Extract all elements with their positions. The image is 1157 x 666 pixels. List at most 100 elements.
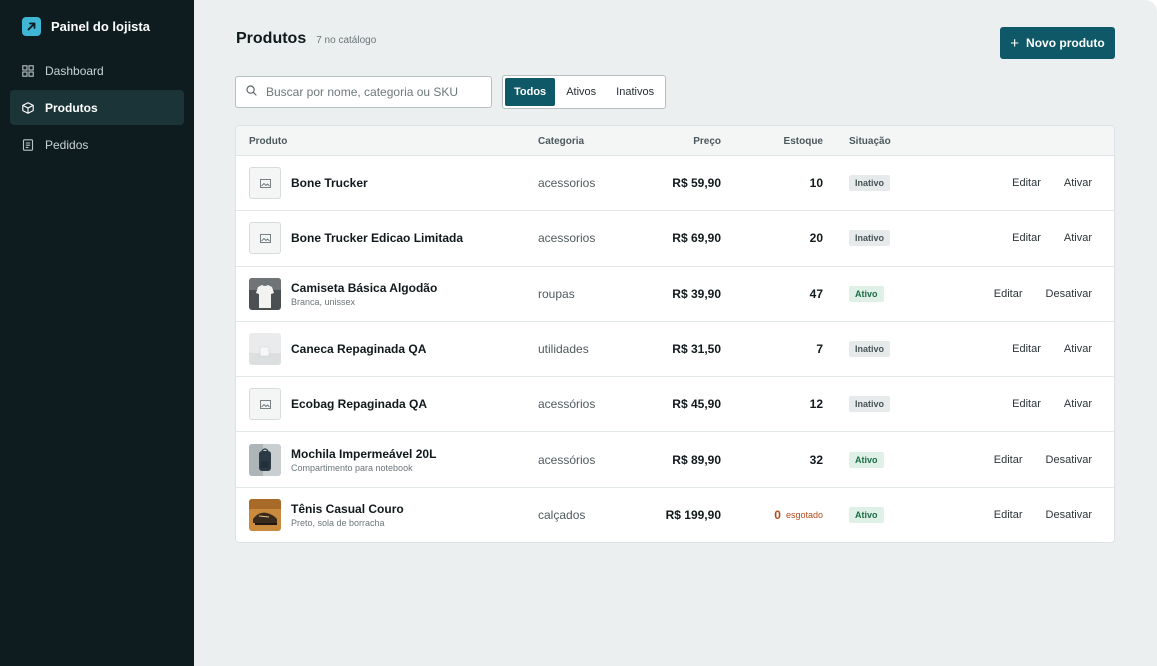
activate-button[interactable]: Ativar: [1064, 343, 1092, 355]
new-product-label: Novo produto: [1026, 36, 1105, 50]
product-name[interactable]: Tênis Casual Couro: [291, 502, 404, 516]
catalog-count: 7 no catálogo: [316, 35, 377, 46]
column-header-category[interactable]: Categoria: [538, 126, 584, 156]
product-stock: 12: [809, 397, 823, 412]
sidebar: Painel do lojista Dashboard Produtos Ped…: [0, 0, 194, 666]
status-filter: Todos Ativos Inativos: [502, 75, 667, 109]
product-category: utilidades: [538, 342, 589, 357]
edit-button[interactable]: Editar: [1012, 398, 1041, 410]
product-stock: 10: [809, 176, 823, 191]
product-name[interactable]: Bone Trucker: [291, 176, 368, 190]
status-badge: Inativo: [849, 175, 891, 192]
product-stock: 20: [809, 231, 823, 246]
products-table: Produto Categoria Preço Estoque Situação…: [235, 125, 1115, 543]
page-header: Produtos 7 no catálogo: [236, 30, 376, 48]
product-price: R$ 59,90: [672, 176, 721, 191]
product-name[interactable]: Bone Trucker Edicao Limitada: [291, 231, 463, 245]
product-category: acessorios: [538, 176, 596, 191]
mug-photo: [249, 333, 281, 366]
column-header-stock[interactable]: Estoque: [784, 126, 823, 156]
product-category: acessórios: [538, 397, 596, 412]
shoe-photo: [249, 499, 281, 532]
status-badge: Ativo: [849, 285, 884, 302]
image-placeholder-icon: [249, 167, 281, 200]
edit-button[interactable]: Editar: [1012, 343, 1041, 355]
product-price: R$ 39,90: [672, 286, 721, 301]
sidebar-nav: Dashboard Produtos Pedidos: [10, 53, 184, 162]
status-badge: Ativo: [849, 451, 884, 468]
sidebar-item-dashboard[interactable]: Dashboard: [10, 53, 184, 88]
product-price: R$ 45,90: [672, 397, 721, 412]
grid-icon: [22, 64, 34, 77]
deactivate-button[interactable]: Desativar: [1046, 509, 1092, 521]
backpack-photo: [249, 443, 281, 476]
product-stock: 47: [809, 286, 823, 301]
edit-button[interactable]: Editar: [994, 454, 1023, 466]
table-row: Bone Trucker Edicao Limitada acessorios …: [236, 211, 1114, 267]
image-placeholder-icon: [249, 222, 281, 255]
tshirt-photo: [249, 277, 281, 310]
product-category: acessórios: [538, 452, 596, 467]
sidebar-item-produtos[interactable]: Produtos: [10, 90, 184, 125]
product-category: calçados: [538, 508, 586, 523]
table-row: Bone Trucker acessorios R$ 59,90 10 Inat…: [236, 156, 1114, 212]
product-price: R$ 199,90: [665, 508, 721, 523]
table-header: Produto Categoria Preço Estoque Situação: [236, 126, 1114, 156]
brand[interactable]: Painel do lojista: [10, 14, 184, 36]
product-cell: Bone Trucker: [249, 156, 368, 210]
image-placeholder-icon: [249, 388, 281, 421]
edit-button[interactable]: Editar: [994, 509, 1023, 521]
column-header-product[interactable]: Produto: [249, 126, 287, 156]
main-content: Produtos 7 no catálogo + Novo produto To…: [194, 0, 1157, 666]
table-row: Ecobag Repaginada QA acessórios R$ 45,90…: [236, 377, 1114, 433]
sidebar-item-label: Dashboard: [45, 63, 104, 78]
edit-button[interactable]: Editar: [1012, 232, 1041, 244]
product-name[interactable]: Camiseta Básica Algodão: [291, 281, 437, 295]
product-name[interactable]: Mochila Impermeável 20L: [291, 447, 436, 461]
status-badge: Ativo: [849, 507, 884, 524]
product-cell: Tênis Casual Couro Preto, sola de borrac…: [249, 488, 404, 542]
sidebar-item-label: Pedidos: [45, 137, 89, 152]
out-of-stock-label: esgotado: [785, 510, 823, 521]
table-row: Caneca Repaginada QA utilidades R$ 31,50…: [236, 322, 1114, 378]
product-category: roupas: [538, 286, 575, 301]
product-subtitle: Branca, unissex: [291, 296, 356, 307]
new-product-button[interactable]: + Novo produto: [1000, 27, 1115, 59]
brand-title: Painel do lojista: [51, 18, 150, 34]
product-price: R$ 89,90: [672, 452, 721, 467]
arrow-up-right-icon: [22, 16, 41, 36]
product-subtitle: Compartimento para notebook: [291, 462, 413, 473]
app-window: Painel do lojista Dashboard Produtos Ped…: [0, 0, 1157, 666]
product-cell: Ecobag Repaginada QA: [249, 377, 427, 431]
product-name[interactable]: Ecobag Repaginada QA: [291, 397, 427, 411]
column-header-status[interactable]: Situação: [849, 126, 891, 156]
deactivate-button[interactable]: Desativar: [1046, 454, 1092, 466]
status-badge: Inativo: [849, 341, 891, 358]
sidebar-item-label: Produtos: [45, 100, 98, 115]
edit-button[interactable]: Editar: [1012, 177, 1041, 189]
edit-button[interactable]: Editar: [994, 288, 1023, 300]
plus-icon: +: [1010, 34, 1020, 52]
filter-inativos[interactable]: Inativos: [607, 78, 663, 106]
product-stock: 32: [809, 452, 823, 467]
table-row: Camiseta Básica Algodão Branca, unissex …: [236, 267, 1114, 322]
product-subtitle: Preto, sola de borracha: [291, 518, 385, 529]
product-cell: Camiseta Básica Algodão Branca, unissex: [249, 267, 437, 321]
search-input[interactable]: [266, 85, 481, 99]
product-category: acessorios: [538, 231, 596, 246]
activate-button[interactable]: Ativar: [1064, 177, 1092, 189]
sidebar-item-pedidos[interactable]: Pedidos: [10, 127, 184, 162]
search-box[interactable]: [235, 76, 492, 108]
activate-button[interactable]: Ativar: [1064, 398, 1092, 410]
product-price: R$ 31,50: [672, 342, 721, 357]
column-header-price[interactable]: Preço: [693, 126, 721, 156]
filter-todos[interactable]: Todos: [505, 78, 556, 106]
deactivate-button[interactable]: Desativar: [1046, 288, 1092, 300]
activate-button[interactable]: Ativar: [1064, 232, 1092, 244]
product-price: R$ 69,90: [672, 231, 721, 246]
product-stock: 7: [816, 342, 823, 357]
table-row: Tênis Casual Couro Preto, sola de borrac…: [236, 488, 1114, 542]
filter-ativos[interactable]: Ativos: [557, 78, 605, 106]
product-stock: 0: [774, 508, 781, 523]
product-name[interactable]: Caneca Repaginada QA: [291, 342, 426, 356]
